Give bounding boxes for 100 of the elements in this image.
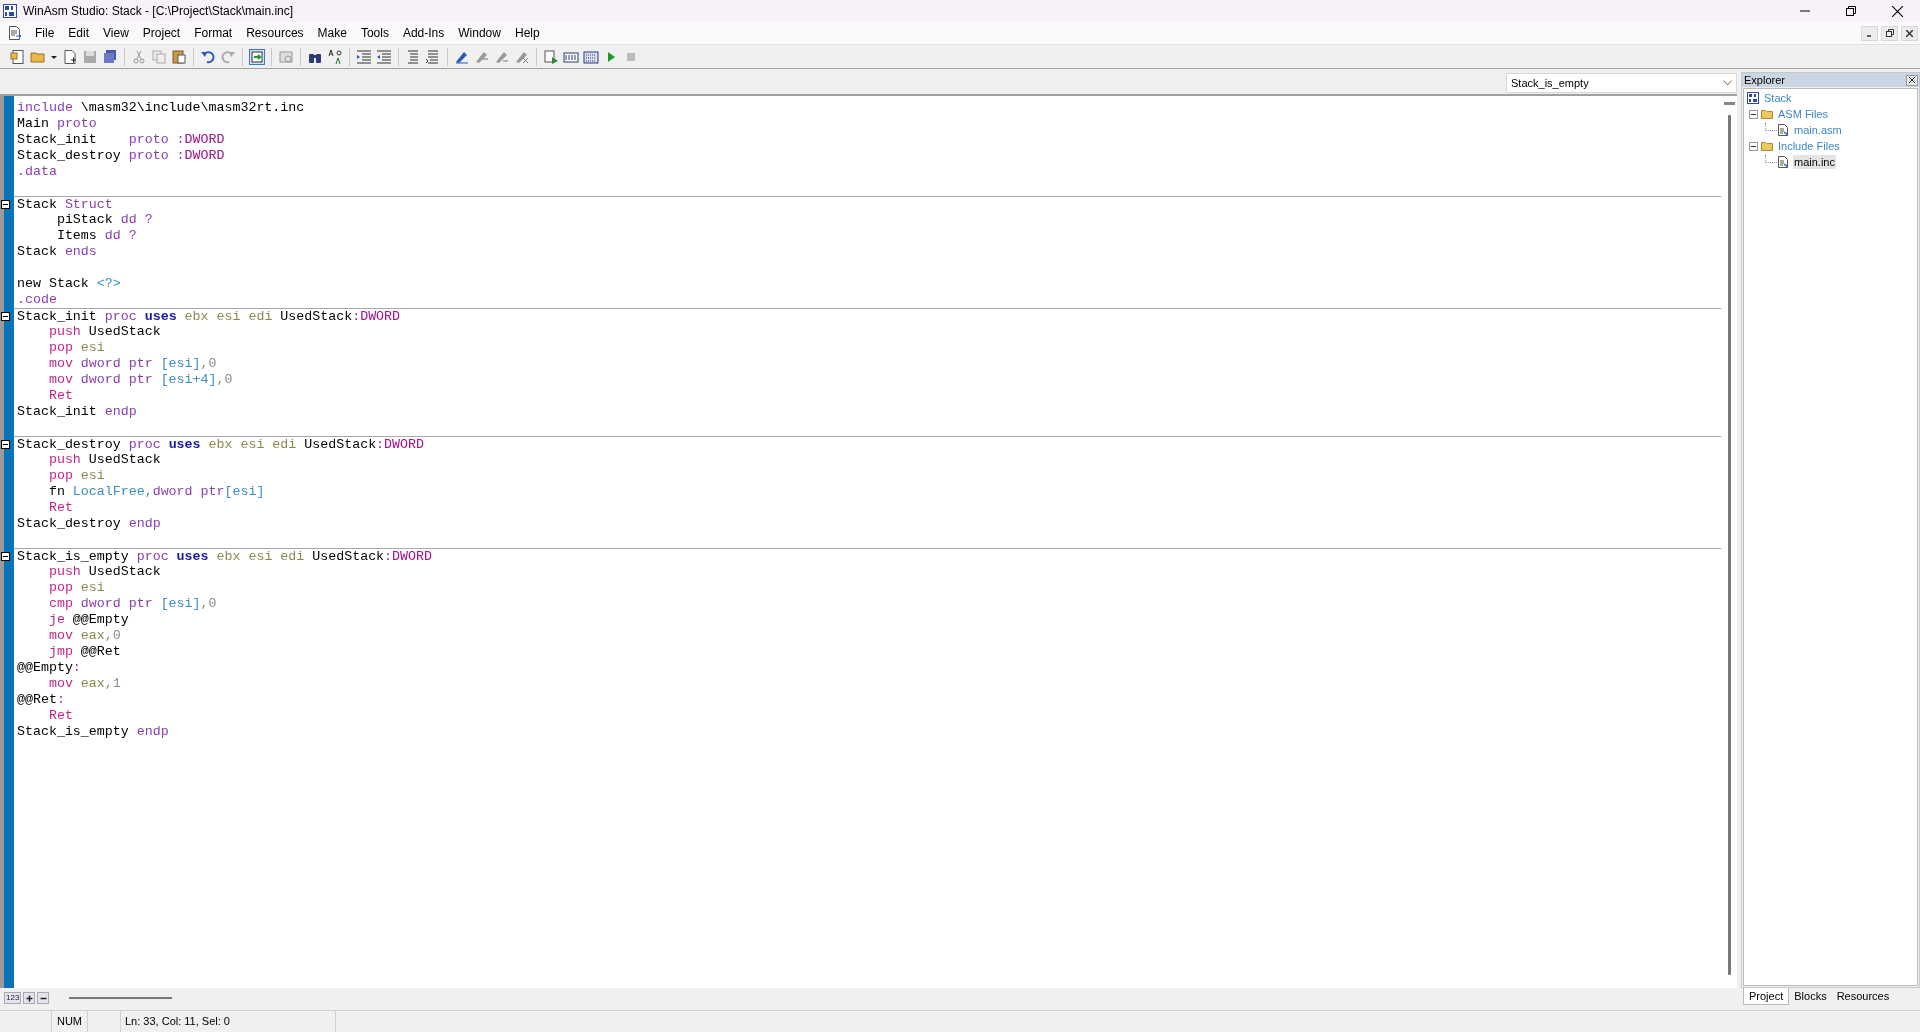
restore-icon [1846,6,1856,16]
tab[interactable]: Blocks [1789,988,1832,1005]
tree-item[interactable]: main.inc [1793,155,1836,169]
tree-item[interactable]: main.asm [1793,123,1843,137]
menu-item[interactable]: Edit [61,24,97,42]
code-line: .data [17,164,57,180]
mdi-minimize-button[interactable] [1861,25,1878,41]
code-line: mov dword ptr [esi+4],0 [47,372,233,388]
undo-icon[interactable] [200,48,216,65]
find-window-icon[interactable] [278,48,294,65]
menu-item[interactable]: File [28,24,62,42]
menu-item[interactable]: Make [310,24,354,42]
collapse-icon[interactable] [1749,109,1758,119]
paste-icon[interactable] [171,48,187,65]
collapse-icon[interactable] [1,199,10,209]
tree-item[interactable]: ASM Files [1777,107,1830,121]
code-line: @@Empty: [17,660,81,676]
code-line: Stack Struct [17,197,113,213]
code-line: mov eax,1 [47,676,121,692]
uncomment-lines-icon[interactable] [425,48,441,65]
code-line: Main proto [17,116,97,132]
app-icon [3,4,17,18]
code-line: pop esi [47,468,105,484]
cursor-position: Ln: 33, Col: 11, Sel: 0 [125,1014,230,1030]
assemble-icon[interactable] [543,48,559,65]
mdi-close-button[interactable] [1901,25,1918,41]
indent-icon[interactable] [356,48,372,65]
close-icon [1891,5,1903,17]
code-line: Items dd ? [55,228,137,244]
menu-item[interactable]: Add-Ins [395,24,452,42]
plus-icon [25,994,33,1002]
build-icon[interactable] [583,48,599,65]
collapse-icon[interactable] [1,311,10,321]
code-line: Stack_destroy proto :DWORD [17,148,225,164]
project-icon [1747,92,1759,104]
scrollbar-thumb[interactable] [1727,115,1731,975]
replace-icon[interactable] [327,48,343,65]
code-line: push UsedStack [47,564,161,580]
close-button[interactable] [1906,74,1918,86]
tree-item[interactable]: Stack [1763,91,1793,105]
menu-item[interactable]: Format [187,24,240,42]
status-text: NUM [56,1014,83,1030]
code-line: Stack ends [17,244,97,260]
document-icon[interactable] [8,26,22,40]
new-project-icon[interactable] [10,48,26,65]
menu-item[interactable]: Help [507,24,547,42]
code-line: mov dword ptr [esi],0 [47,356,217,372]
comment-lines-icon[interactable] [405,48,421,65]
collapse-icon[interactable] [1,439,10,449]
code-line: fn LocalFree,dword ptr[esi] [47,484,265,500]
code-line: Stack_is_empty endp [17,724,169,740]
outdent-icon[interactable] [376,48,392,65]
horizontal-scrollbar-thumb[interactable] [69,997,173,999]
close-icon [1909,77,1915,83]
code-line: include \masm32\include\masm32rt.inc [17,100,305,116]
file-icon [1777,124,1789,136]
restore-icon [1885,29,1894,37]
code-line: Ret [47,388,73,404]
toggle-panel-icon[interactable] [249,48,265,65]
tab[interactable]: Project [1743,988,1790,1005]
menu-item[interactable]: Project [135,24,188,42]
code-line: Stack_destroy endp [17,516,161,532]
code-line: pop esi [47,340,105,356]
save-all-icon[interactable] [102,48,118,65]
code-line: Stack_init endp [17,404,137,420]
expand-all-button[interactable] [23,992,36,1004]
code-line: jmp @@Ret [47,644,121,660]
code-line: .code [17,292,57,308]
code-line: mov eax,0 [47,628,121,644]
tree-item[interactable]: Include Files [1777,139,1841,153]
collapse-icon[interactable] [1,551,10,561]
file-icon [1777,156,1789,168]
code-line: Stack_is_empty proc uses ebx esi edi UsedStack:DWORD [17,549,432,565]
code-line: Ret [47,708,73,724]
tab[interactable]: Resources [1831,988,1895,1005]
code-line: piStack dd ? [55,212,153,228]
function-dropdown[interactable]: Stack_is_empty [1506,73,1737,93]
code-line: cmp dword ptr [esi],0 [47,596,217,612]
code-line: Stack_init proto :DWORD [17,132,225,148]
collapse-icon[interactable] [1749,141,1758,151]
menu-item[interactable]: View [96,24,136,42]
mdi-restore-button[interactable] [1881,25,1898,41]
folder-icon [1761,140,1773,152]
code-line: new Stack <?> [17,276,121,292]
line-numbers-button[interactable]: 123 [4,992,22,1004]
close-icon [1906,29,1913,37]
menu-item[interactable]: Tools [353,24,396,42]
code-line: @@Ret: [17,692,65,708]
add-file-icon[interactable] [62,48,78,65]
code-line: Stack_init proc uses ebx esi edi UsedStack:DWORD [17,309,401,325]
folder-icon [1761,108,1773,120]
window-title: WinAsm Studio: Stack - [C:\Project\Stack\main.inc] [23,3,294,20]
menu-item[interactable]: Window [451,24,508,42]
collapse-all-button[interactable] [37,992,50,1004]
code-line: Stack_destroy proc uses ebx esi edi UsedStack:DWORD [17,437,424,453]
code-line: je @@Empty [47,612,129,628]
code-line: pop esi [47,580,105,596]
menu-item[interactable]: Resources [239,24,311,42]
code-line: push UsedStack [47,452,161,468]
panel-title: Explorer [1743,74,1785,86]
